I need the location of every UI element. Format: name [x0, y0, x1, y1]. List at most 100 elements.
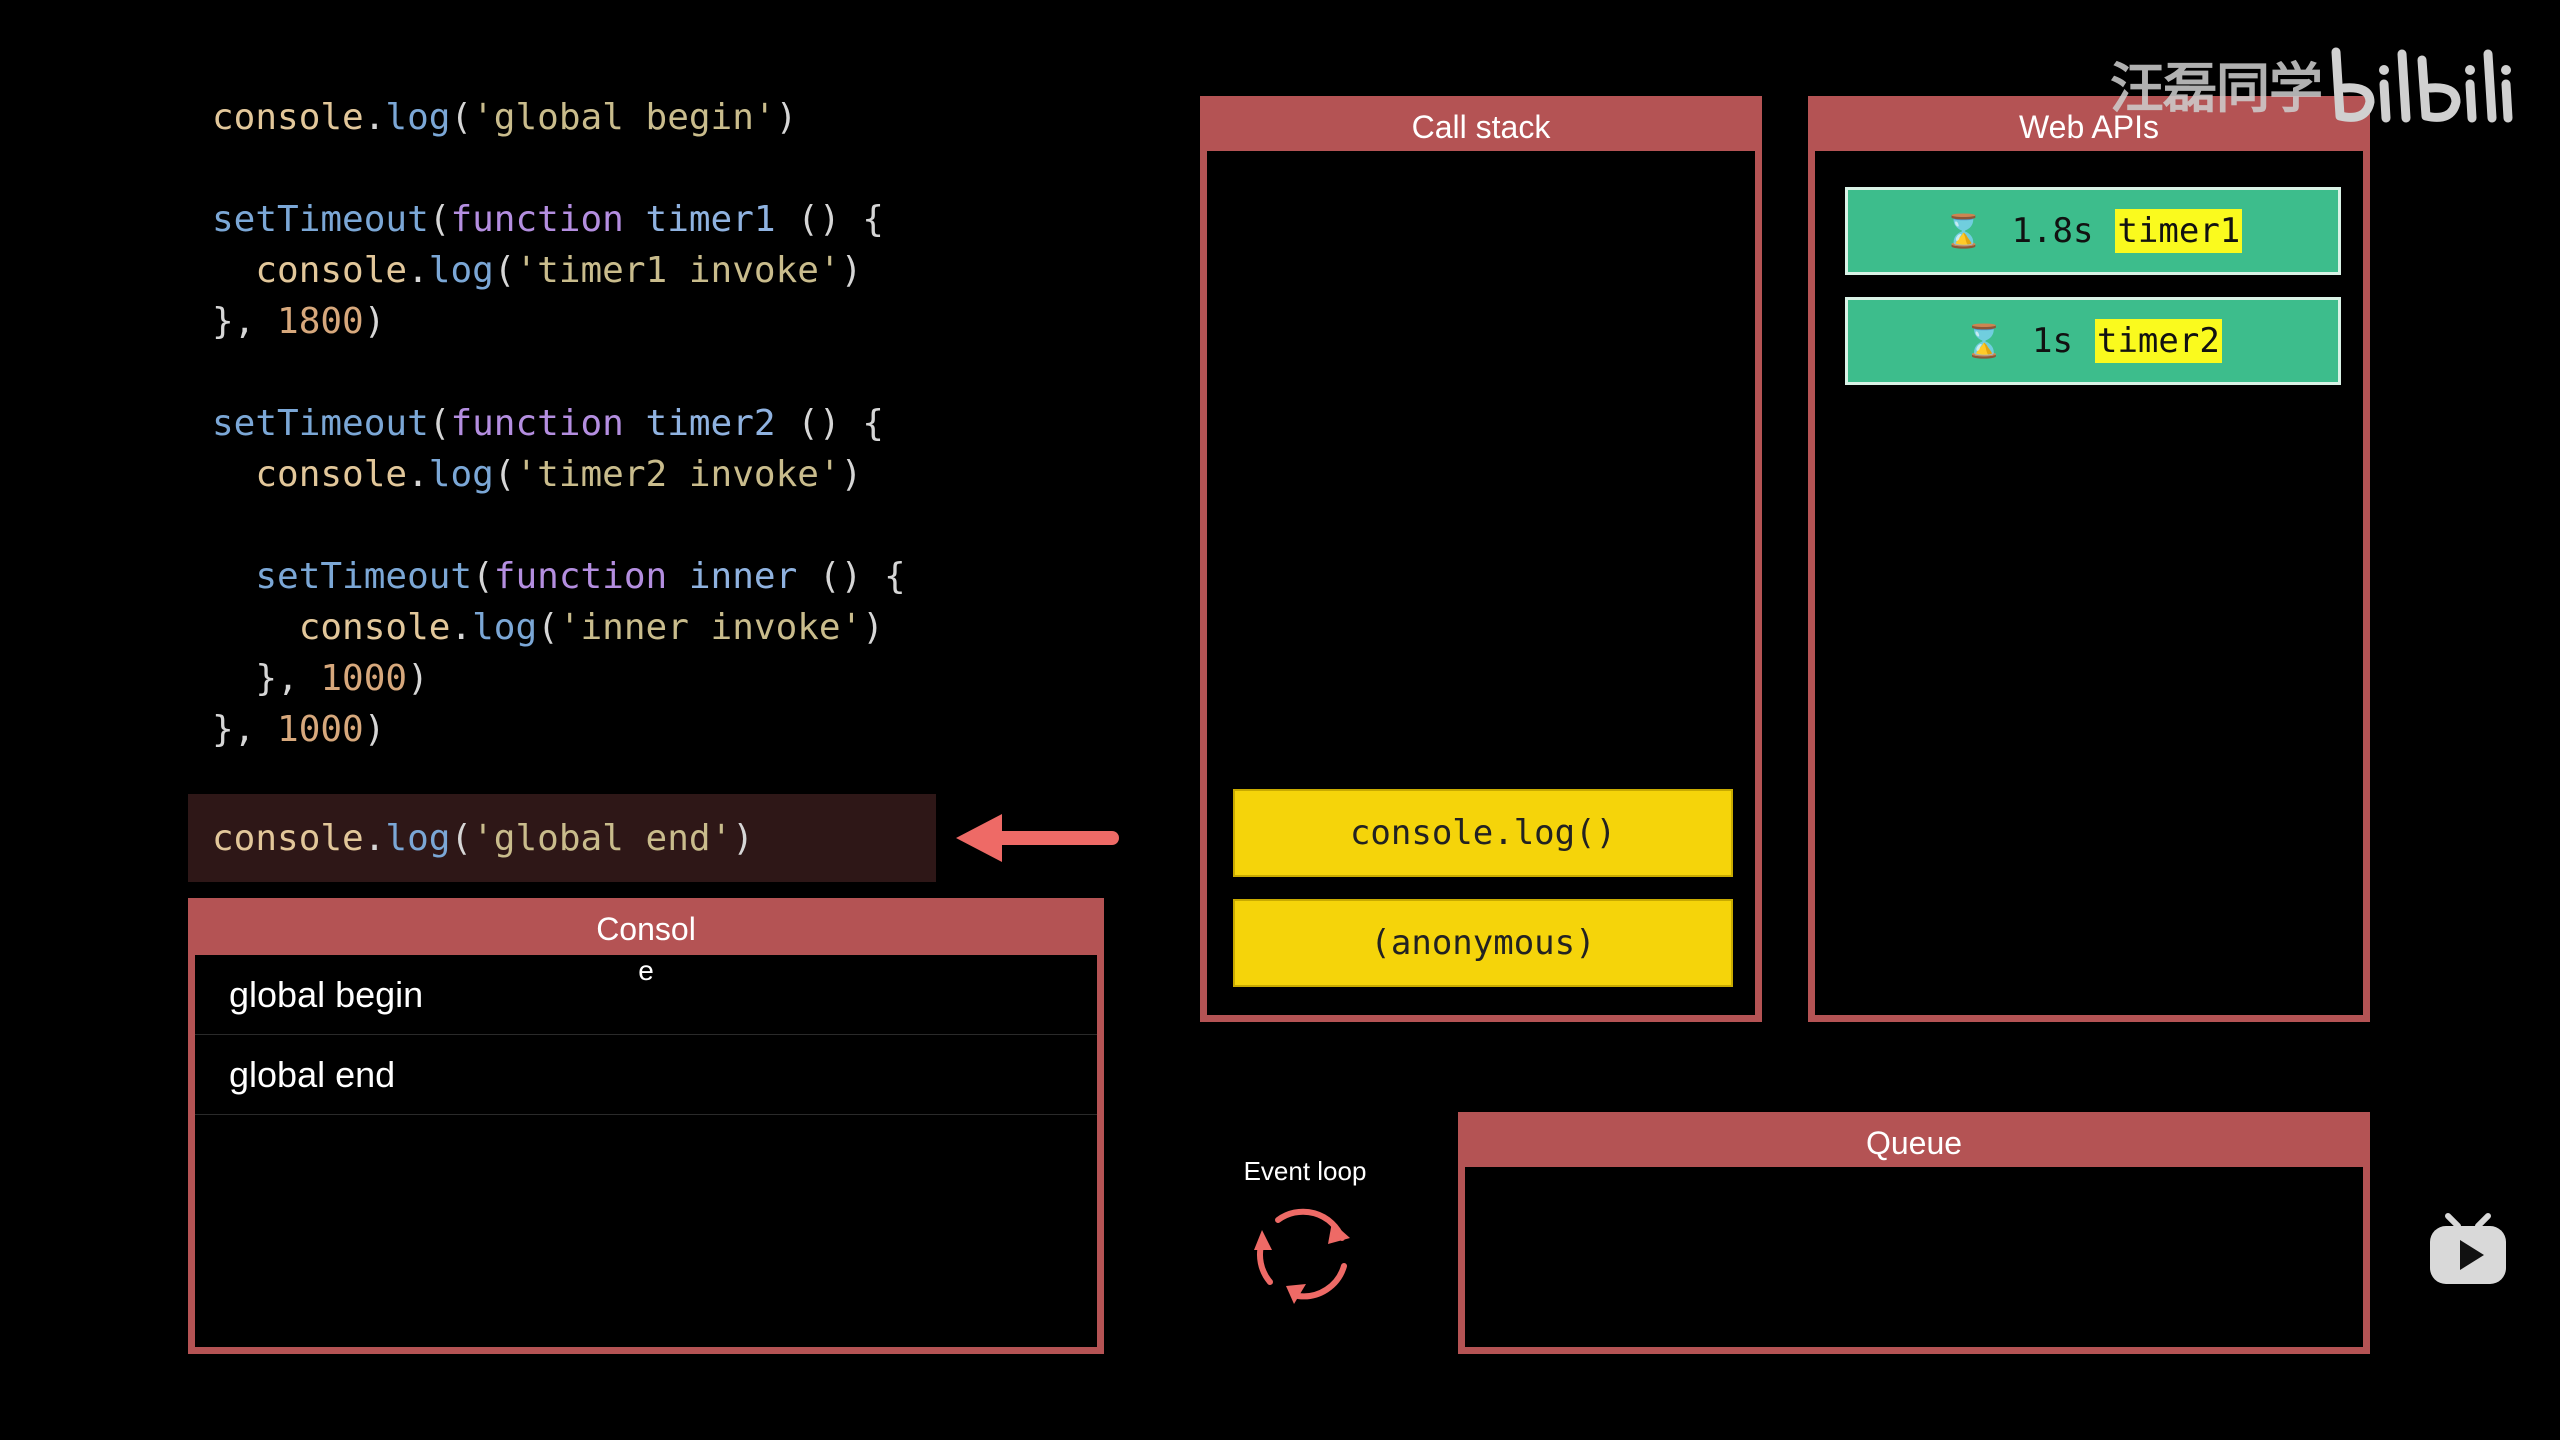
code-token: console [255, 250, 408, 291]
code-token: ) [840, 454, 863, 495]
console-output-row: global end [195, 1035, 1097, 1115]
timer-name: timer1 [2115, 209, 2243, 253]
code-token: ( [472, 556, 494, 597]
code-token: ) [407, 658, 429, 699]
code-token: setTimeout [212, 199, 429, 240]
code-token: timer2 [645, 403, 776, 444]
bilibili-tv-icon [2430, 1213, 2506, 1284]
call-stack-title: Call stack [1207, 103, 1755, 151]
timer-delay: 1.8s [2011, 211, 2094, 251]
code-token: log [428, 454, 494, 495]
code-token: console [212, 817, 364, 859]
code-token: function [450, 403, 624, 444]
queue-panel: Queue [1458, 1112, 2370, 1354]
code-token: ) [363, 709, 386, 750]
code-token: ) [862, 607, 884, 648]
code-line: console.log('timer1 invoke') [212, 245, 906, 296]
code-token: timer1 [645, 199, 776, 240]
code-token: 1000 [277, 709, 364, 750]
hourglass-icon: ⌛ [1964, 322, 2005, 360]
code-token: 'global end' [472, 817, 733, 859]
call-stack-panel: Call stack console.log() (anonymous) [1200, 96, 1762, 1022]
code-token: setTimeout [255, 556, 473, 597]
code-token: 'global begin' [472, 97, 776, 138]
code-token: ) [363, 301, 386, 342]
code-token: log [472, 607, 538, 648]
code-token: . [363, 97, 386, 138]
code-token: 'timer1 invoke' [515, 250, 841, 291]
timer-item: ⌛ 1.8s timer1 [1845, 187, 2341, 275]
code-token: () { [775, 403, 884, 444]
code-line: setTimeout(function timer1 () { [212, 194, 906, 245]
code-token: setTimeout [212, 403, 429, 444]
watermark-text: 汪磊同学 [2110, 57, 2323, 120]
code-token: ( [428, 199, 451, 240]
code-token: 1800 [277, 301, 364, 342]
code-line: }, 1000) [212, 653, 906, 704]
code-token: ) [840, 250, 863, 291]
code-token: . [407, 250, 429, 291]
code-token: ( [428, 403, 451, 444]
code-token: ) [732, 817, 754, 859]
code-line: setTimeout(function inner () { [212, 551, 906, 602]
code-line: }, 1000) [212, 704, 906, 755]
code-token: 'timer2 invoke' [515, 454, 841, 495]
console-panel-title: Consol [195, 905, 1097, 955]
bilibili-logo [2331, 47, 2513, 123]
queue-title: Queue [1465, 1119, 2363, 1167]
code-token: () { [775, 199, 884, 240]
code-token: ) [775, 97, 798, 138]
console-panel-title-wrap: e [638, 955, 654, 986]
code-token: function [493, 556, 668, 597]
code-line: console.log('inner invoke') [212, 602, 906, 653]
code-token: function [450, 199, 624, 240]
code-token: 1000 [320, 658, 408, 699]
code-line: console.log('timer2 invoke') [212, 449, 906, 500]
code-token: }, [212, 301, 278, 342]
code-token: }, [212, 709, 278, 750]
current-line-highlight: console. log('global end') [188, 794, 936, 882]
code-token: ( [537, 607, 559, 648]
timer-delay: 1s [2032, 321, 2073, 361]
web-apis-panel: Web APIs ⌛ 1.8s timer1 ⌛ 1s timer2 [1808, 96, 2370, 1022]
code-token: log [428, 250, 494, 291]
code-token: ( [450, 817, 473, 859]
code-token: ( [450, 97, 473, 138]
code-token: () { [797, 556, 906, 597]
code-token: inner [688, 556, 798, 597]
refresh-loop-icon [1254, 1208, 1350, 1304]
timer-name: timer2 [2094, 319, 2222, 363]
stack-frame: (anonymous) [1233, 899, 1733, 987]
code-token: . [450, 607, 473, 648]
console-panel: Consol e global begin global end [188, 898, 1104, 1354]
timer-item: ⌛ 1s timer2 [1845, 297, 2341, 385]
code-token: ( [493, 454, 516, 495]
code-token: ( [493, 250, 516, 291]
code-token: log [385, 817, 451, 859]
hourglass-icon: ⌛ [1943, 212, 1984, 250]
event-loop-label: Event loop [1243, 1156, 1367, 1186]
code-token: 'inner invoke' [558, 607, 863, 648]
code-token: console [255, 454, 408, 495]
code-token: }, [212, 658, 321, 699]
code-line: }, 1800) [212, 296, 906, 347]
code-line: console.log('global begin') [212, 92, 906, 143]
code-line: setTimeout(function timer2 () { [212, 398, 906, 449]
code-token: log [385, 97, 451, 138]
code-token: console [298, 607, 451, 648]
current-line-arrow-icon [956, 814, 1119, 862]
code-token: . [407, 454, 429, 495]
stack-frame: console.log() [1233, 789, 1733, 877]
code-token: console [212, 97, 364, 138]
code-listing: console.log('global begin') setTimeout(fu… [212, 92, 906, 755]
